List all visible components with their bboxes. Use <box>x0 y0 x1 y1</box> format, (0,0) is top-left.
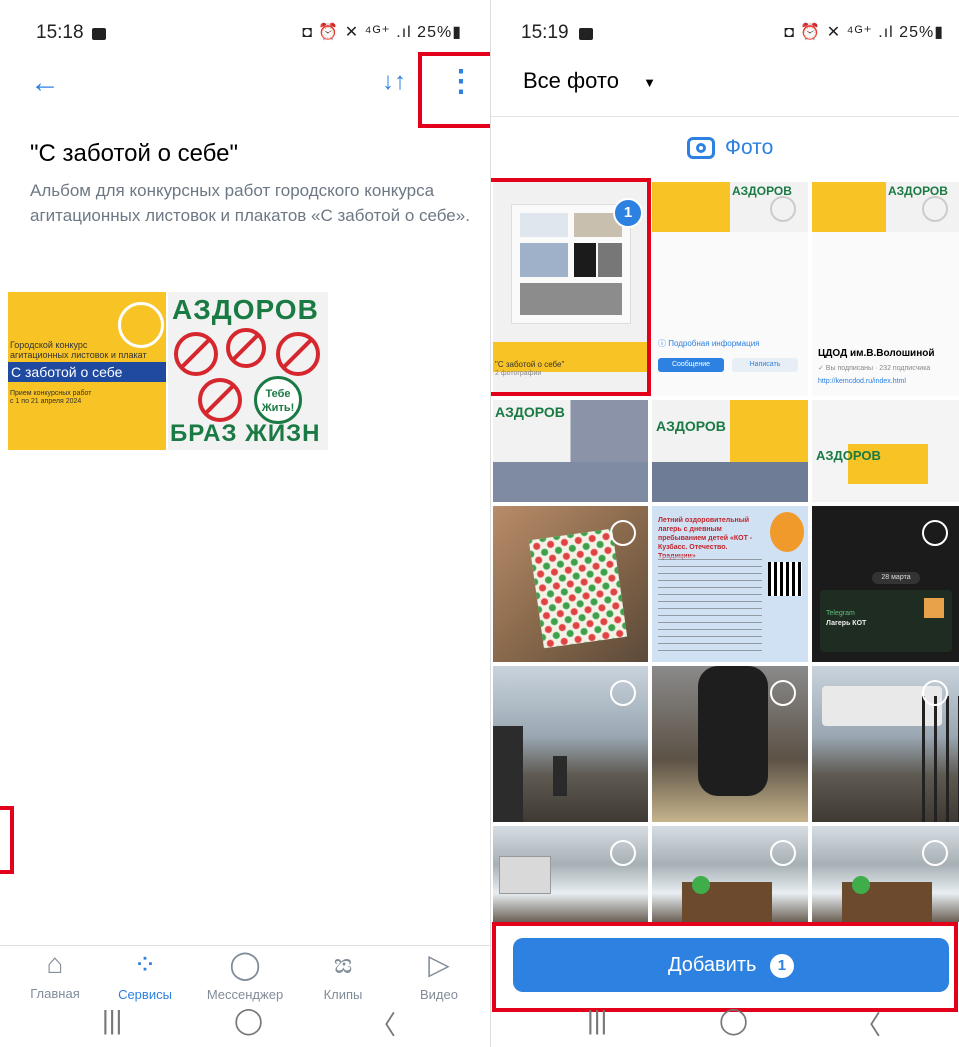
photo-tile[interactable]: 28 марта Telegram Лагерь КОТ <box>812 506 959 662</box>
back-arrow-icon[interactable]: ← <box>30 66 60 100</box>
photo-tile[interactable] <box>812 666 959 822</box>
tg-avatar <box>924 598 944 618</box>
photo-tile[interactable]: АЗДОРОВ <box>652 400 808 502</box>
home-button-icon[interactable]: ◯ <box>234 1005 263 1036</box>
tg-title: Telegram <box>826 610 855 617</box>
tab-video[interactable]: ▷ Видео <box>394 948 484 1002</box>
chevron-down-icon: ▼ <box>643 74 656 90</box>
tab-messenger[interactable]: ◯ Мессенджер <box>200 948 290 1002</box>
select-circle-icon[interactable] <box>770 680 796 706</box>
qr-code-icon <box>768 562 802 596</box>
status-time: 15:18 <box>36 22 84 43</box>
photo1-line4: с 1 по 21 апреля 2024 <box>10 398 82 405</box>
ad-subs-text: ✓ Вы подписаны · 232 подписчика <box>818 365 931 372</box>
select-circle-icon[interactable] <box>770 840 796 866</box>
owl-mascot-icon <box>770 512 804 552</box>
ad-info-text: ⓘ Подробная информация <box>658 339 760 348</box>
photo1-line1: Городской конкурс <box>10 340 88 350</box>
photo1-banner: С заботой о себе <box>8 362 166 382</box>
prohibition-icon <box>276 332 320 376</box>
status-bar: 15:18 ◘ ⏰ ✕ ⁴ᴳ⁺ .ıl 25%▮ <box>0 18 490 48</box>
select-circle-icon[interactable] <box>922 520 948 546</box>
tab-clips[interactable]: ಙ Клипы <box>298 948 388 1002</box>
tg-card: Telegram Лагерь КОТ <box>820 590 952 652</box>
clips-icon: ಙ <box>333 948 353 979</box>
prohibition-icon <box>198 378 242 422</box>
prohibition-icon <box>226 328 266 368</box>
dropdown-label: Все фото <box>523 68 619 93</box>
highlight-more-button <box>418 52 490 128</box>
select-circle-icon[interactable] <box>610 520 636 546</box>
home-button-icon[interactable]: ◯ <box>719 1005 748 1036</box>
photo-picker-screen: 15:19 ◘ ⏰ ✕ ⁴ᴳ⁺ .ıl 25%▮ Все фото ▼ Фото… <box>490 0 959 1047</box>
photo1-line3: Прием конкурсных работ <box>10 390 92 397</box>
system-nav-bar: ||| ◯ 〈 <box>0 995 490 1047</box>
album-photo-1[interactable]: Городской конкурс агитационных листовок … <box>8 292 166 450</box>
photo-tile[interactable] <box>652 826 808 922</box>
photo-tile[interactable] <box>493 666 648 822</box>
select-circle-icon[interactable] <box>770 196 796 222</box>
badge-line1: Тебе <box>265 388 291 400</box>
tabbar-divider <box>0 945 490 946</box>
home-icon: ⌂ <box>46 948 64 979</box>
prohibition-icon <box>174 332 218 376</box>
album-title: "С заботой о себе" <box>30 140 239 167</box>
photo-tile[interactable]: АЗДОРОВ ЦДОД им.В.Волошиной ✓ Вы подписа… <box>812 182 959 396</box>
header-divider <box>491 116 959 117</box>
photo-tile[interactable] <box>812 826 959 922</box>
recent-apps-icon[interactable]: ||| <box>102 1005 122 1036</box>
status-icons: ◘ ⏰ ✕ ⁴ᴳ⁺ .ıl 25%▮ <box>784 24 944 41</box>
status-icons: ◘ ⏰ ✕ ⁴ᴳ⁺ .ıl 25%▮ <box>302 24 462 41</box>
select-circle-icon[interactable] <box>610 840 636 866</box>
photo2-bottom-text: БРАЗ ЖИЗН <box>170 420 321 447</box>
system-nav-bar: ||| ◯ 〈 <box>491 995 959 1047</box>
photo-tile[interactable]: Летний оздоровительный лагерь с дневным … <box>652 506 808 662</box>
camera-icon <box>687 137 715 160</box>
ad-write-button: Написать <box>732 358 798 372</box>
badge-line2: Жить! <box>261 402 295 414</box>
photo-tile[interactable] <box>652 666 808 822</box>
tg-date: 28 марта <box>872 572 920 584</box>
sort-icon[interactable]: ↓↑ <box>382 68 406 96</box>
photo-tile[interactable] <box>493 826 648 922</box>
album-photo-2[interactable]: АЗДОРОВ Тебе Жить! БРАЗ ЖИЗН <box>168 292 328 450</box>
photo-tile[interactable] <box>493 506 648 662</box>
select-circle-icon[interactable] <box>922 680 948 706</box>
album-screen: 15:18 ◘ ⏰ ✕ ⁴ᴳ⁺ .ıl 25%▮ ← ↓↑ ⋮ "С забот… <box>0 0 490 1047</box>
photo-tile[interactable]: АЗДОРОВ ⓘ Подробная информация Сообщение… <box>652 182 808 396</box>
tab-home[interactable]: ⌂ Главная <box>10 948 100 1001</box>
select-circle-icon[interactable] <box>922 840 948 866</box>
photo1-line2: агитационных листовок и плакат <box>10 350 147 360</box>
camp-text-lines <box>658 556 762 652</box>
highlight-edge <box>0 806 14 874</box>
source-photo[interactable]: Фото <box>687 136 773 160</box>
ad-title-text: ЦДОД им.В.Волошиной <box>818 348 935 359</box>
photo2-top-text: АЗДОРОВ <box>172 294 319 325</box>
photo-tile[interactable]: АЗДОРОВ <box>812 400 959 502</box>
ad-link-text: http://kemcdod.ru/index.html <box>818 378 906 385</box>
image-notification-icon <box>92 28 106 40</box>
album-dropdown[interactable]: Все фото ▼ <box>523 68 656 94</box>
album-description: Альбом для конкурсных работ городского к… <box>30 181 470 225</box>
back-button-icon[interactable]: 〈 <box>855 1005 881 1042</box>
deco-circle-icon <box>118 302 164 348</box>
image-notification-icon <box>579 28 593 40</box>
source-photo-label: Фото <box>725 136 774 159</box>
live-badge: Тебе Жить! <box>254 376 302 424</box>
camp-title: Летний оздоровительный лагерь с дневным … <box>658 517 753 560</box>
photo-tile[interactable]: АЗДОРОВ <box>493 400 648 502</box>
ad-message-button: Сообщение <box>658 358 724 372</box>
tab-services[interactable]: ⁘ Сервисы <box>100 948 190 1002</box>
back-button-icon[interactable]: 〈 <box>370 1005 396 1042</box>
select-circle-icon[interactable] <box>922 196 948 222</box>
status-bar: 15:19 ◘ ⏰ ✕ ⁴ᴳ⁺ .ıl 25%▮ <box>491 18 959 48</box>
status-time: 15:19 <box>521 22 569 43</box>
recent-apps-icon[interactable]: ||| <box>587 1005 607 1036</box>
video-icon: ▷ <box>428 949 450 980</box>
messenger-icon: ◯ <box>229 949 261 980</box>
highlight-selected-photo <box>491 178 651 396</box>
services-icon: ⁘ <box>133 949 157 980</box>
tg-text: Лагерь КОТ <box>826 620 867 627</box>
select-circle-icon[interactable] <box>610 680 636 706</box>
